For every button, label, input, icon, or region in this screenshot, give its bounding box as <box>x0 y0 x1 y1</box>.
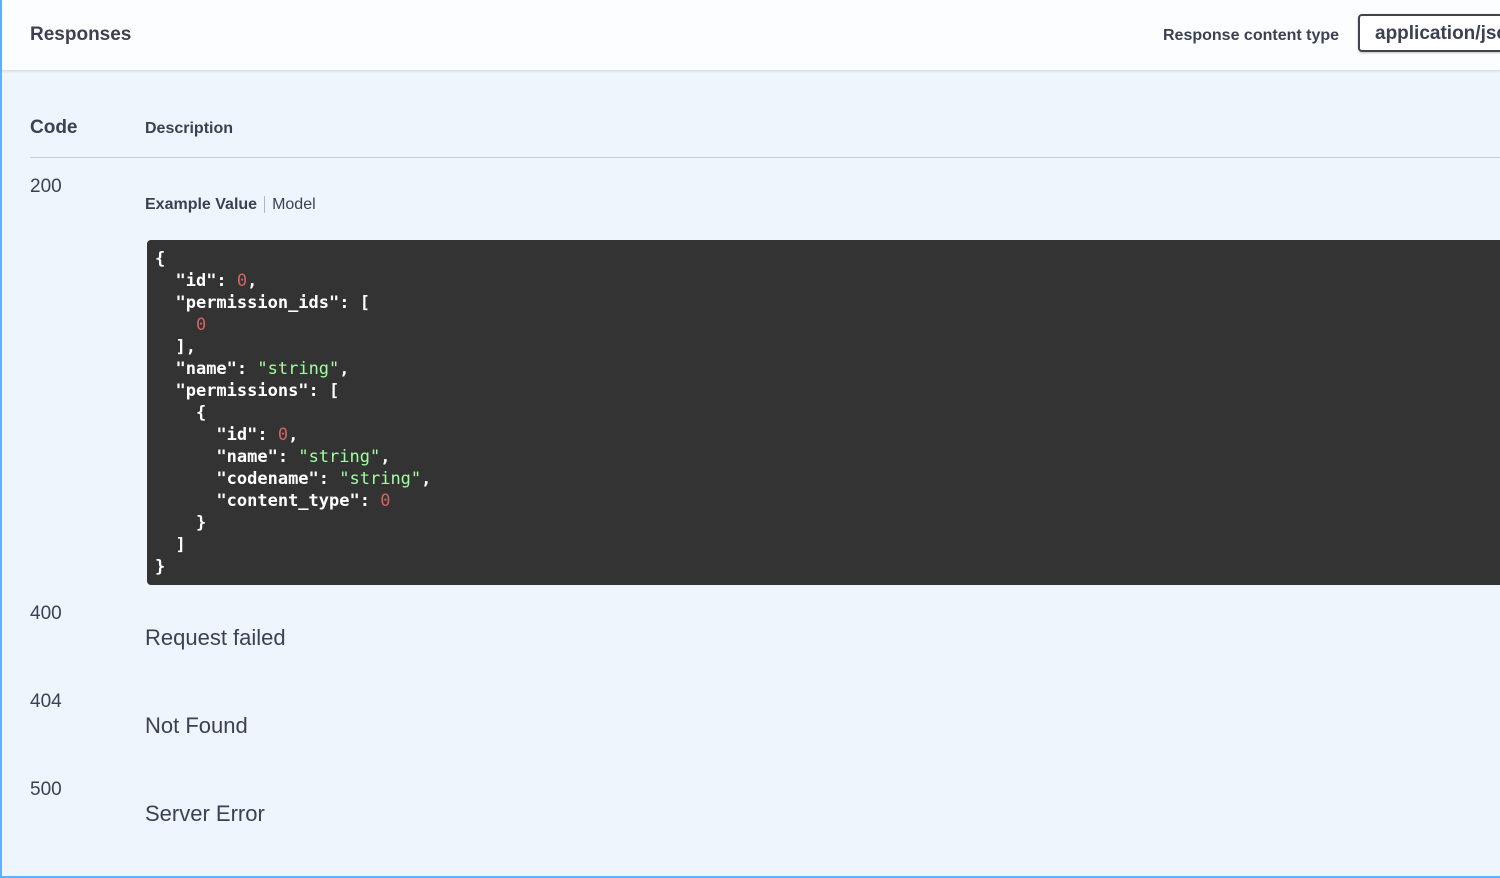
json-number-value: 0 <box>236 271 248 291</box>
example-json: { "id": 0, "permission_ids": [ 0 ], "nam… <box>155 249 432 577</box>
response-code-404: 404 <box>30 691 62 712</box>
response-code-500: 500 <box>30 779 62 800</box>
responses-panel: Responses Response content type applicat… <box>0 0 1500 878</box>
example-model-tabs: Example Value Model <box>145 196 316 220</box>
code-column-heading: Code <box>30 117 78 138</box>
json-number-value: 0 <box>277 425 289 445</box>
content-type-select[interactable]: application/json <box>1358 14 1500 52</box>
table-header-divider <box>30 157 1500 158</box>
response-description-404: Not Found <box>145 713 248 738</box>
tab-model[interactable]: Model <box>265 196 316 213</box>
responses-title: Responses <box>30 24 132 45</box>
json-number-value: 0 <box>380 491 391 511</box>
response-description-500: Server Error <box>145 801 265 826</box>
response-code-200: 200 <box>30 176 62 197</box>
response-description-400: Request failed <box>145 625 286 650</box>
description-column-heading: Description <box>145 120 234 137</box>
tab-example-value[interactable]: Example Value <box>145 196 266 213</box>
responses-header: Responses Response content type applicat… <box>2 0 1500 71</box>
json-string-value: "string" <box>339 469 422 489</box>
content-type-label: Response content type <box>1163 27 1340 44</box>
json-string-value: "string" <box>298 447 381 467</box>
example-value-codebox: { "id": 0, "permission_ids": [ 0 ], "nam… <box>147 240 1500 585</box>
json-string-value: "string" <box>257 359 340 379</box>
response-code-400: 400 <box>30 603 62 624</box>
json-number-value: 0 <box>195 315 207 335</box>
